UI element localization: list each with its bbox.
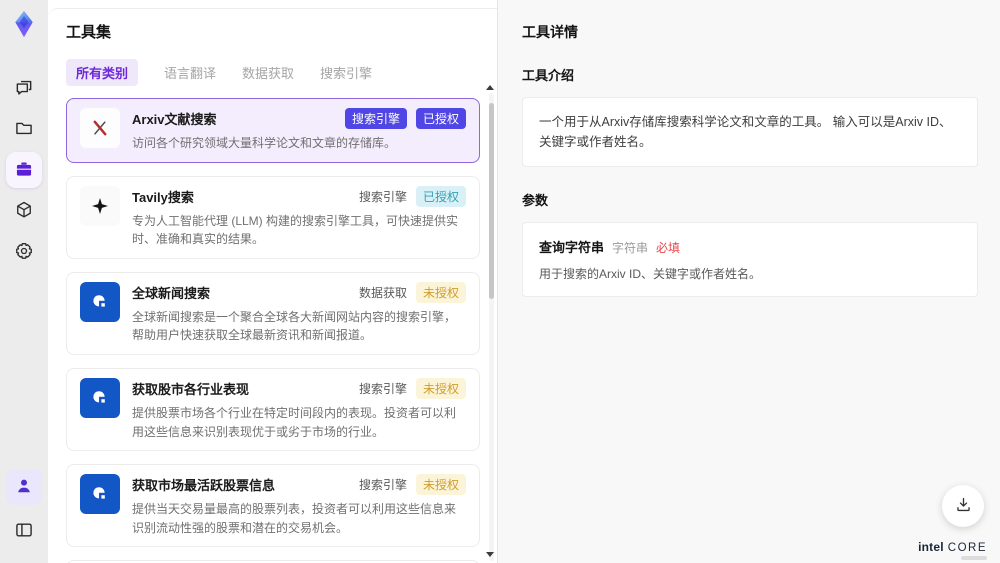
status-badge: 未授权: [415, 377, 466, 399]
nav-settings-button[interactable]: [6, 234, 42, 270]
tool-card-sector-performance[interactable]: 获取股市各行业表现 搜索引擎 未授权 提供股票市场各个行业在特定时间段内的表现。…: [66, 367, 480, 452]
tool-name: Arxiv文献搜索: [132, 112, 217, 127]
scroll-down-arrow-icon[interactable]: [486, 552, 494, 557]
tool-description: 提供股票市场各个行业在特定时间段内的表现。投资者可以利用这些信息来识别表现优于或…: [132, 405, 457, 439]
tab-language-translation[interactable]: 语言翻译: [164, 59, 216, 86]
tool-name: 获取股市各行业表现: [132, 381, 250, 397]
category-badge: 数据获取: [358, 285, 407, 300]
scroll-up-arrow-icon[interactable]: [486, 85, 494, 90]
param-required-badge: 必填: [656, 241, 681, 255]
tool-card-global-news[interactable]: 全球新闻搜索 数据获取 未授权 全球新闻搜索是一个聚合全球各大新闻网站内容的搜索…: [66, 271, 480, 355]
tab-data-fetching[interactable]: 数据获取: [242, 59, 294, 86]
tab-all-categories[interactable]: 所有类别: [66, 59, 139, 86]
param-box: 查询字符串 字符串 必填 用于搜索的Arxiv ID、关键字或作者姓名。: [522, 222, 978, 297]
category-badge: 搜索引擎: [358, 381, 407, 396]
tool-detail-panel: 工具详情 工具介绍 一个用于从Arxiv存储库搜索科学论文和文章的工具。 输入可…: [497, 0, 1000, 563]
intro-heading: 工具介绍: [522, 68, 575, 83]
params-heading: 参数: [522, 193, 549, 208]
nav-tools-button[interactable]: [6, 152, 42, 188]
diamond-logo-icon: [15, 10, 33, 38]
tool-name: 获取市场最活跃股票信息: [132, 478, 276, 494]
tool-name: Tavily搜索: [132, 189, 194, 205]
briefcase-icon: [14, 159, 34, 182]
tool-card-tavily[interactable]: Tavily搜索 搜索引擎 已授权 专为人工智能代理 (LLM) 构建的搜索引擎…: [66, 175, 480, 259]
folder-icon: [14, 118, 34, 141]
status-badge: 已授权: [415, 108, 466, 129]
tools-panel: 工具集 所有类别 语言翻译 数据获取 搜索引擎 Arxiv文献搜索 搜索引擎 已…: [48, 8, 497, 563]
category-badge: 搜索引擎: [344, 108, 407, 129]
user-icon: [14, 476, 34, 499]
app-window: 工具集 所有类别 语言翻译 数据获取 搜索引擎 Arxiv文献搜索 搜索引擎 已…: [0, 0, 1000, 563]
sparkle-star-icon: [80, 185, 120, 226]
news-globe-icon: [80, 281, 120, 322]
category-badge: 搜索引擎: [358, 189, 407, 204]
category-tabs: 所有类别 语言翻译 数据获取 搜索引擎: [66, 59, 480, 86]
scrollbar-thumb[interactable]: [489, 103, 494, 299]
status-badge: 未授权: [415, 281, 466, 303]
list-scrollbar[interactable]: [489, 93, 494, 561]
news-globe-icon: [80, 377, 120, 418]
nav-account-button[interactable]: [6, 469, 42, 505]
arxiv-logo-icon: [80, 108, 120, 148]
news-globe-icon: [80, 474, 120, 515]
tool-description: 全球新闻搜索是一个聚合全球各大新闻网站内容的搜索引擎，帮助用户快速获取全球最新资…: [132, 309, 457, 343]
intel-core-logo-accent: [961, 556, 987, 560]
param-description: 用于搜索的Arxiv ID、关键字或作者姓名。: [539, 267, 762, 281]
nav-models-button[interactable]: [6, 193, 42, 229]
param-type: 字符串: [612, 241, 649, 255]
download-button[interactable]: [942, 485, 984, 527]
category-badge: 搜索引擎: [358, 478, 407, 493]
chat-icon: [14, 77, 34, 100]
nav-rail: [0, 0, 48, 563]
intro-box: 一个用于从Arxiv存储库搜索科学论文和文章的工具。 输入可以是Arxiv ID…: [522, 97, 978, 167]
tool-card-arxiv[interactable]: Arxiv文献搜索 搜索引擎 已授权 访问各个研究领域大量科学论文和文章的存储库…: [66, 98, 480, 163]
tool-list: Arxiv文献搜索 搜索引擎 已授权 访问各个研究领域大量科学论文和文章的存储库…: [66, 98, 480, 563]
tool-description: 专为人工智能代理 (LLM) 构建的搜索引擎工具，可快速提供实时、准确和真实的结…: [132, 213, 459, 247]
tool-name: 全球新闻搜索: [132, 285, 211, 301]
app-logo[interactable]: [8, 8, 40, 40]
rail-bottom: [6, 469, 42, 549]
tool-description: 提供当天交易量最高的股票列表，投资者可以利用这些信息来识别流动性强的股票和潜在的…: [132, 502, 457, 535]
nav-chat-button[interactable]: [6, 70, 42, 106]
nav-files-button[interactable]: [6, 111, 42, 147]
tool-card-most-active-stocks[interactable]: 获取市场最活跃股票信息 搜索引擎 未授权 提供当天交易量最高的股票列表，投资者可…: [66, 464, 480, 548]
tool-description: 访问各个研究领域大量科学论文和文章的存储库。: [132, 136, 397, 150]
rail-nav: [6, 70, 42, 270]
page-title: 工具集: [66, 24, 112, 41]
tab-search-engine[interactable]: 搜索引擎: [320, 59, 372, 86]
detail-title: 工具详情: [522, 24, 578, 40]
intro-text: 一个用于从Arxiv存储库搜索科学论文和文章的工具。 输入可以是Arxiv ID…: [539, 115, 952, 149]
gear-icon: [14, 241, 34, 264]
status-badge: 未授权: [415, 474, 466, 496]
param-name: 查询字符串: [539, 240, 605, 255]
nav-collapse-panel-button[interactable]: [6, 513, 42, 549]
intel-core-logo: intel CORE: [918, 540, 987, 554]
download-icon: [954, 495, 973, 517]
cube-icon: [14, 200, 34, 223]
status-badge: 已授权: [415, 185, 466, 207]
sidebar-panel-icon: [14, 520, 34, 543]
